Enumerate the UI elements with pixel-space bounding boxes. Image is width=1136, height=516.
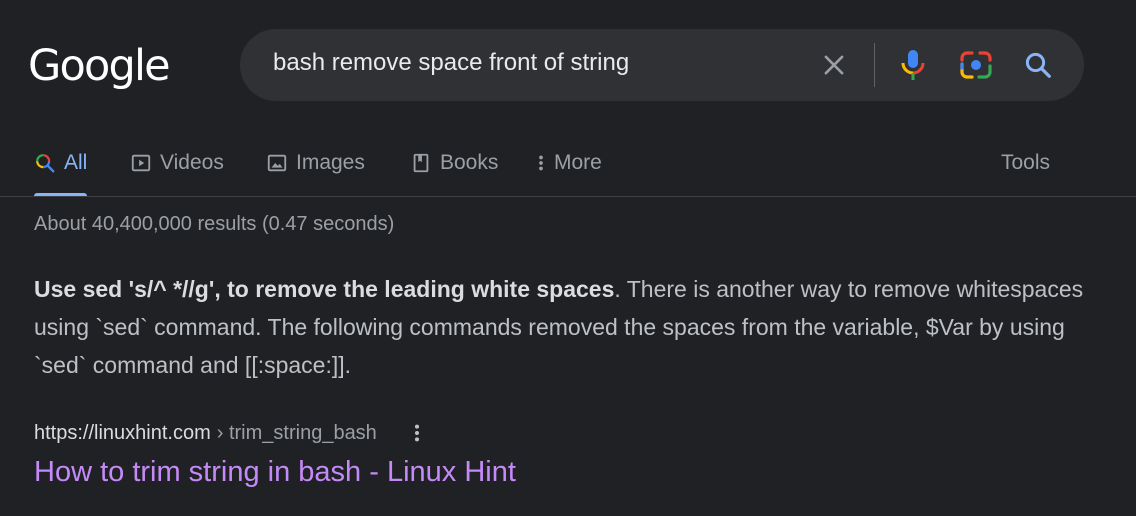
featured-snippet: Use sed 's/^ *//g', to remove the leadin…	[34, 270, 1094, 384]
voice-search-button[interactable]	[893, 45, 933, 85]
close-icon	[824, 55, 844, 75]
more-options-icon	[414, 424, 419, 442]
google-logo[interactable]: Google	[28, 38, 171, 94]
result-title-link[interactable]: How to trim string in bash - Linux Hint	[34, 456, 516, 489]
search-box-divider	[874, 43, 875, 87]
result-url[interactable]: https://linuxhint.com › trim_string_bash	[34, 418, 429, 448]
tab-more-label: More	[554, 151, 602, 174]
search-multicolor-icon	[34, 152, 56, 174]
tools-button[interactable]: Tools	[1001, 130, 1050, 196]
search-tabs: All Videos Images Books More Tools	[0, 130, 1136, 197]
clear-button[interactable]	[814, 45, 854, 85]
tab-more[interactable]: More	[536, 130, 602, 196]
lens-search-button[interactable]	[956, 45, 996, 85]
tab-images[interactable]: Images	[266, 130, 365, 196]
vertical-dots-icon	[536, 152, 546, 174]
tab-videos-label: Videos	[160, 151, 224, 174]
tab-books-label: Books	[440, 151, 499, 174]
result-stats: About 40,400,000 results (0.47 seconds)	[34, 213, 395, 235]
result-options-button[interactable]	[405, 418, 429, 448]
search-input[interactable]: bash remove space front of string	[273, 29, 629, 101]
tab-images-label: Images	[296, 151, 365, 174]
microphone-icon	[901, 50, 925, 80]
search-box[interactable]: bash remove space front of string	[240, 29, 1084, 101]
tab-videos[interactable]: Videos	[130, 130, 224, 196]
tab-books[interactable]: Books	[410, 130, 498, 196]
google-lens-icon	[960, 51, 992, 79]
tab-all-label: All	[64, 151, 88, 174]
play-icon	[130, 152, 152, 174]
search-button[interactable]	[1018, 45, 1058, 85]
result-path: › trim_string_bash	[216, 421, 377, 444]
book-icon	[410, 152, 432, 174]
tab-all[interactable]: All	[34, 130, 88, 196]
snippet-highlight: Use sed 's/^ *//g', to remove the leadin…	[34, 276, 615, 302]
image-icon	[266, 152, 288, 174]
result-domain: https://linuxhint.com	[34, 421, 211, 444]
search-results-page: Google bash remove space front of string	[0, 0, 1136, 516]
search-icon	[1025, 52, 1051, 78]
